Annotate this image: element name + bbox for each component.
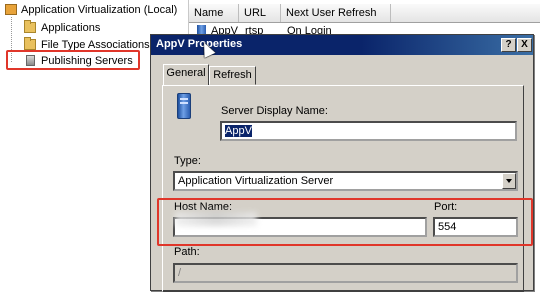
list-header: Name URL Next User Refresh [189, 4, 540, 23]
column-header-url[interactable]: URL [239, 4, 281, 22]
server-display-name-input[interactable]: AppV [220, 121, 517, 141]
tree-item-label: Applications [41, 22, 101, 34]
path-value: / [178, 267, 182, 279]
annotation-highlight-box [6, 50, 140, 70]
column-header-next-user-refresh[interactable]: Next User Refresh [281, 4, 391, 22]
type-select[interactable]: Application Virtualization Server [173, 171, 518, 191]
server-display-name-label: Server Display Name: [221, 105, 328, 117]
path-input: / [173, 263, 518, 283]
server-icon [177, 93, 191, 119]
server-display-name-value: AppV [225, 125, 252, 137]
help-button[interactable]: ? [501, 38, 516, 52]
type-label: Type: [174, 155, 201, 167]
folder-icon [24, 20, 36, 33]
tab-general[interactable]: General [163, 64, 209, 85]
annotation-highlight-box [157, 198, 533, 246]
properties-dialog: AppV Properties ? X General Refresh Serv… [150, 34, 534, 292]
chevron-down-icon[interactable] [502, 173, 516, 189]
folder-icon [24, 37, 36, 50]
snapin-icon [5, 4, 17, 15]
column-header-name[interactable]: Name [189, 4, 239, 22]
type-select-value: Application Virtualization Server [178, 175, 334, 187]
tab-refresh[interactable]: Refresh [209, 66, 256, 85]
path-label: Path: [174, 246, 200, 258]
tree-root-label: Application Virtualization (Local) [21, 4, 178, 16]
close-button[interactable]: X [517, 38, 532, 52]
